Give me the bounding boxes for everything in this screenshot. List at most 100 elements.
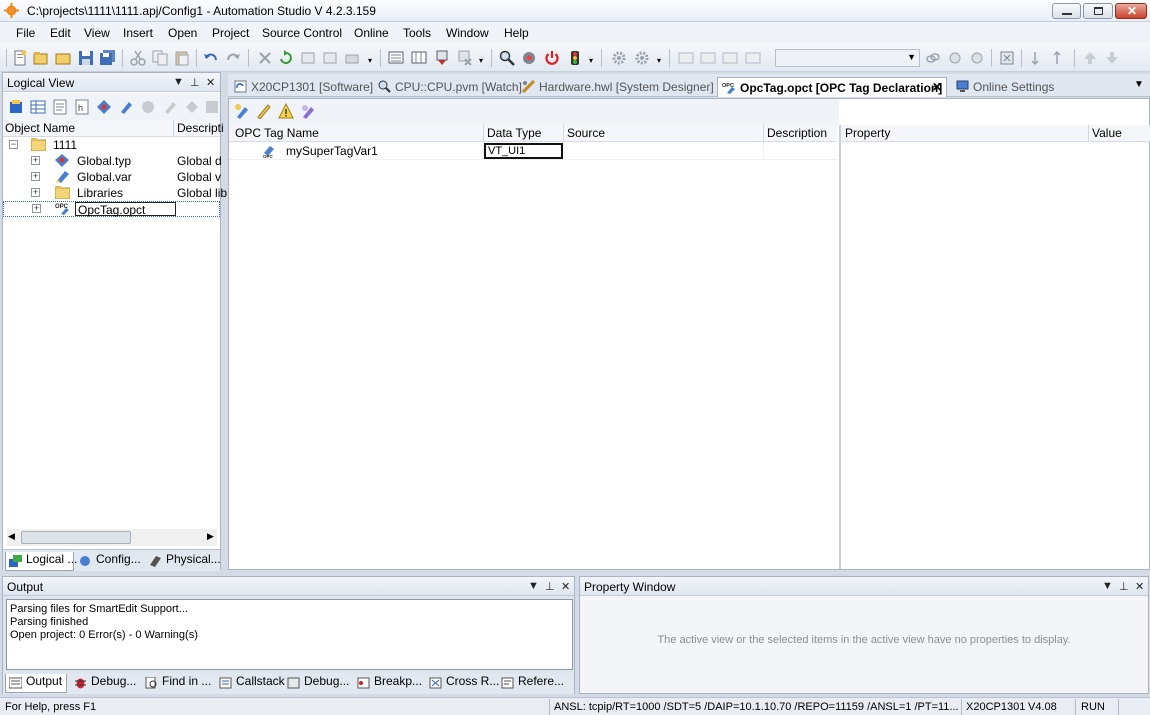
find-next-icon[interactable] — [947, 50, 963, 66]
add-tag-icon[interactable] — [234, 103, 250, 119]
add-object-icon[interactable] — [8, 99, 24, 115]
tab-debugger-watch[interactable]: Debug... — [71, 674, 139, 693]
column-object-name[interactable]: Object Name — [5, 121, 75, 135]
move-down-icon[interactable] — [1104, 50, 1120, 66]
toolbar-combo-box[interactable]: ▼ — [775, 49, 920, 67]
package-icon[interactable] — [140, 99, 156, 115]
sort-ascending-icon[interactable] — [1030, 50, 1046, 66]
expand-toggle-icon[interactable]: + — [31, 156, 40, 165]
build-icon[interactable] — [300, 50, 316, 66]
scroll-right-icon[interactable]: ▶ — [207, 531, 214, 542]
cut-icon[interactable] — [130, 50, 146, 66]
find-previous-icon[interactable] — [969, 50, 985, 66]
comment-icon[interactable] — [722, 50, 738, 66]
menu-open[interactable]: Open — [168, 26, 197, 40]
tree-item-libraries[interactable]: + Libraries Global lib — [3, 185, 227, 201]
expand-toggle-icon[interactable]: + — [31, 188, 40, 197]
toolbar-overflow-icon[interactable]: ▾ — [368, 56, 372, 65]
toolbar-overflow-icon[interactable]: ▾ — [479, 56, 483, 65]
refresh-icon[interactable] — [278, 50, 294, 66]
tab-online-settings[interactable]: Online Settings — [952, 77, 1062, 97]
configuration-gear-icon[interactable] — [634, 50, 650, 66]
service-mode-icon[interactable] — [521, 50, 537, 66]
tab-breakpoints[interactable]: Breakp... — [354, 674, 424, 693]
menu-view[interactable]: View — [84, 26, 110, 40]
breakpoint-icon[interactable] — [678, 50, 694, 66]
disconnect-icon[interactable] — [456, 50, 472, 66]
new-file-icon[interactable] — [12, 50, 28, 66]
restore-button[interactable] — [1083, 3, 1113, 19]
more-tools-icon[interactable] — [204, 99, 220, 115]
table-view-icon[interactable] — [30, 99, 46, 115]
pane-menu-icon[interactable]: ▼ — [173, 76, 184, 88]
tag-properties-icon[interactable] — [300, 103, 316, 119]
run-status-icon[interactable] — [567, 50, 583, 66]
column-description[interactable]: Description — [767, 126, 827, 140]
pin-icon[interactable]: ⊥ — [1119, 580, 1129, 593]
download-icon[interactable] — [434, 50, 450, 66]
undo-icon[interactable] — [203, 50, 219, 66]
expand-toggle-icon[interactable]: + — [32, 204, 41, 213]
pane-menu-icon[interactable]: ▼ — [1102, 580, 1113, 592]
search-icon[interactable] — [499, 50, 515, 66]
tree-item-rename-field[interactable]: OpcTag.opct — [75, 202, 176, 217]
step-icon[interactable] — [700, 50, 716, 66]
close-pane-icon[interactable]: ✕ — [1135, 580, 1144, 593]
tree-item-opctag[interactable]: + OPC OpcTag.opct — [3, 201, 220, 217]
settings-gear-icon[interactable] — [611, 50, 627, 66]
menu-window[interactable]: Window — [446, 26, 489, 40]
program-icon[interactable] — [162, 99, 178, 115]
copy-icon[interactable] — [152, 50, 168, 66]
column-divider[interactable] — [563, 125, 564, 142]
menu-edit[interactable]: Edit — [50, 26, 71, 40]
tab-configuration-view[interactable]: Config... — [76, 552, 144, 571]
scrollbar-thumb[interactable] — [21, 531, 131, 544]
data-type-icon[interactable] — [96, 99, 112, 115]
tab-watch[interactable]: CPU::CPU.pvm [Watch] — [374, 77, 522, 97]
tab-logical-view[interactable]: Logical ... — [5, 552, 77, 571]
tab-list-dropdown-icon[interactable]: ▼ — [1134, 79, 1144, 90]
column-divider[interactable] — [173, 120, 174, 136]
text-file-icon[interactable] — [52, 99, 68, 115]
column-description[interactable]: Descripti — [177, 121, 224, 135]
transfer-icon[interactable] — [344, 50, 360, 66]
pin-icon[interactable]: ⊥ — [190, 76, 200, 89]
open-folder-icon[interactable] — [55, 50, 71, 66]
close-tab-icon[interactable]: ✕ — [932, 80, 942, 94]
column-source[interactable]: Source — [567, 126, 605, 140]
tab-debugger-console[interactable]: Debug... — [284, 674, 352, 693]
rebuild-icon[interactable] — [322, 50, 338, 66]
menu-help[interactable]: Help — [504, 26, 529, 40]
power-icon[interactable] — [544, 50, 560, 66]
tab-output[interactable]: Output — [5, 674, 67, 693]
save-all-icon[interactable] — [100, 50, 116, 66]
collapse-toggle-icon[interactable]: − — [9, 140, 18, 149]
expand-toggle-icon[interactable]: + — [31, 172, 40, 181]
column-property[interactable]: Property — [845, 126, 890, 140]
output-log[interactable]: Parsing files for SmartEdit Support... P… — [6, 599, 573, 670]
scroll-left-icon[interactable]: ◀ — [8, 531, 15, 542]
minimize-button[interactable] — [1052, 3, 1081, 19]
tab-software[interactable]: X20CP1301 [Software] — [230, 77, 373, 97]
toolbar-overflow-icon[interactable]: ▾ — [657, 56, 661, 65]
pane-menu-icon[interactable]: ▼ — [528, 580, 539, 592]
tab-physical-view[interactable]: Physical... — [146, 552, 221, 571]
tab-system-designer[interactable]: Hardware.hwl [System Designer] — [518, 77, 714, 97]
delete-icon[interactable] — [257, 50, 273, 66]
data-type-cell[interactable]: VT_UI1 — [484, 143, 563, 159]
column-divider[interactable] — [483, 125, 484, 142]
opc-tag-name-cell[interactable]: mySuperTagVar1 — [286, 144, 378, 158]
header-file-icon[interactable]: h — [74, 99, 90, 115]
paste-icon[interactable] — [174, 50, 190, 66]
watch-icon[interactable] — [411, 50, 427, 66]
toolbar-overflow-icon[interactable]: ▾ — [589, 56, 593, 65]
column-divider[interactable] — [763, 125, 764, 142]
move-up-icon[interactable] — [1082, 50, 1098, 66]
column-value[interactable]: Value — [1092, 126, 1122, 140]
monitor-icon[interactable] — [388, 50, 404, 66]
table-row[interactable]: OPC mySuperTagVar1 VT_UI1 — [229, 142, 837, 160]
open-project-icon[interactable] — [33, 50, 49, 66]
close-pane-icon[interactable]: ✕ — [206, 76, 215, 89]
menu-online[interactable]: Online — [354, 26, 389, 40]
menu-file[interactable]: File — [16, 26, 35, 40]
